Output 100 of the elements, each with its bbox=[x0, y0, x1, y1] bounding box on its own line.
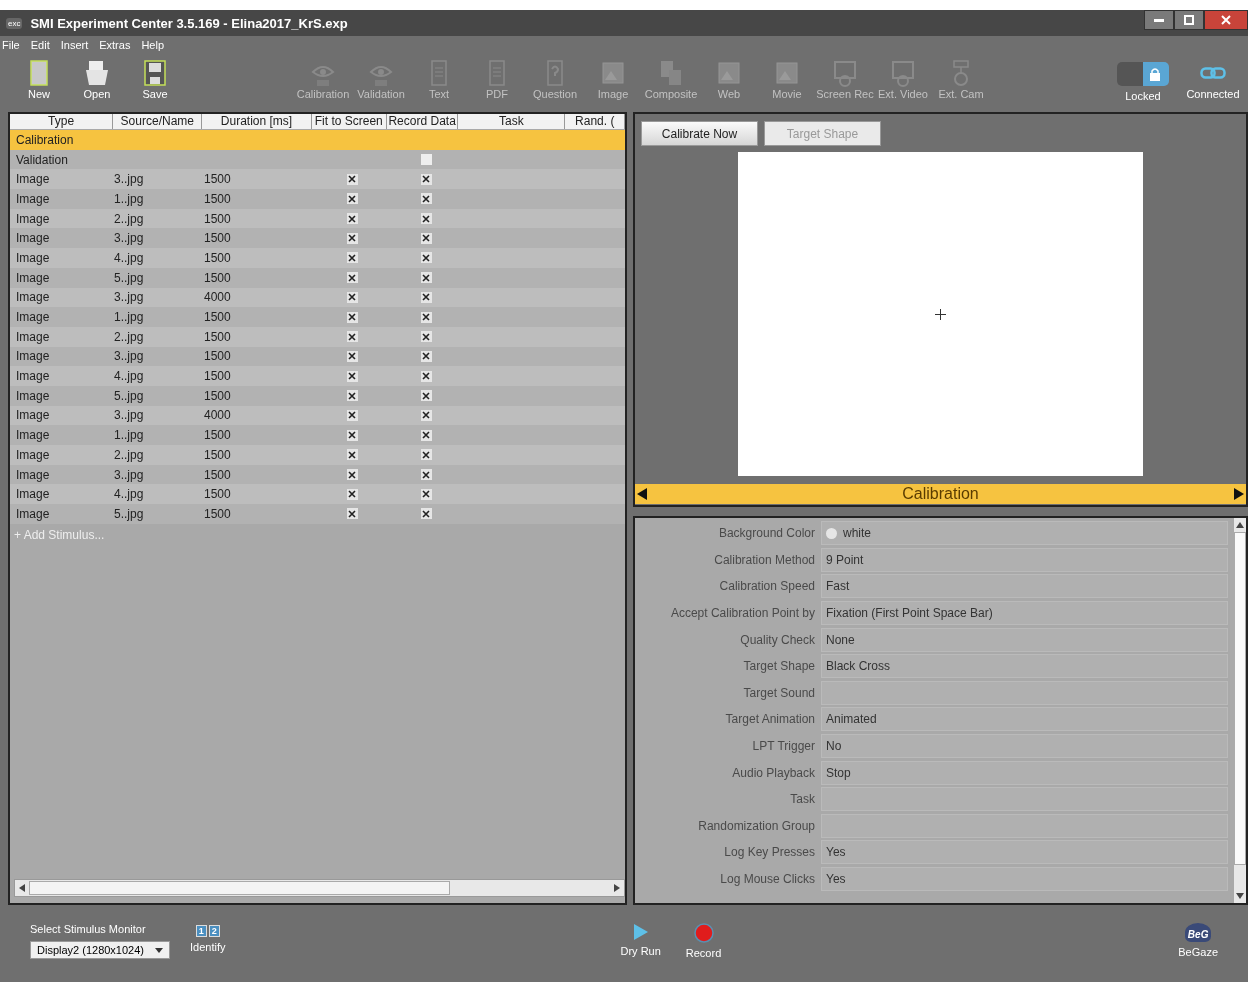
column-header[interactable]: Fit to Screen bbox=[311, 114, 387, 129]
panel-button[interactable]: Calibrate Now bbox=[641, 121, 758, 146]
monitor-dropdown[interactable]: Display2 (1280x1024) bbox=[30, 941, 170, 959]
checkbox[interactable] bbox=[420, 252, 432, 264]
table-row[interactable]: Image 5..jpg 1500 bbox=[10, 267, 625, 288]
next-arrow-icon[interactable] bbox=[1234, 488, 1244, 500]
previous-arrow-icon[interactable] bbox=[637, 488, 647, 500]
column-header[interactable]: Record Data bbox=[386, 114, 459, 129]
checkbox[interactable] bbox=[420, 449, 432, 461]
checkbox[interactable] bbox=[346, 370, 358, 382]
checkbox[interactable] bbox=[420, 232, 432, 244]
checkbox[interactable] bbox=[346, 350, 358, 362]
property-field[interactable]: Animated bbox=[821, 707, 1228, 732]
table-row[interactable]: Image 1..jpg 1500 bbox=[10, 425, 625, 445]
checkbox[interactable] bbox=[346, 449, 358, 461]
checkbox[interactable] bbox=[420, 508, 432, 520]
table-row[interactable]: Image 4..jpg 1500 bbox=[10, 248, 625, 268]
checkbox[interactable] bbox=[346, 232, 358, 244]
table-row[interactable]: Image 3..jpg 1500 bbox=[10, 169, 625, 190]
checkbox[interactable] bbox=[420, 331, 432, 343]
table-row[interactable]: Image 3..jpg 4000 bbox=[10, 287, 625, 308]
column-header[interactable]: Rand. ( bbox=[565, 114, 625, 129]
table-row[interactable]: Image 2..jpg 1500 bbox=[10, 326, 625, 347]
table-row[interactable]: Image 2..jpg 1500 bbox=[10, 208, 625, 229]
horizontal-scrollbar[interactable] bbox=[14, 879, 625, 897]
checkbox[interactable] bbox=[420, 429, 432, 441]
table-row[interactable]: Image 4..jpg 1500 bbox=[10, 484, 625, 505]
table-row[interactable]: Image 2..jpg 1500 bbox=[10, 445, 625, 465]
menu-item[interactable]: Help bbox=[141, 39, 165, 51]
checkbox[interactable] bbox=[346, 311, 358, 323]
checkbox[interactable] bbox=[346, 252, 358, 264]
menu-item[interactable]: Extras bbox=[99, 39, 131, 51]
restore-button[interactable] bbox=[1174, 10, 1204, 30]
checkbox[interactable] bbox=[346, 508, 358, 520]
checkbox[interactable] bbox=[420, 370, 432, 382]
checkbox[interactable] bbox=[420, 291, 432, 303]
checkbox[interactable] bbox=[420, 193, 432, 205]
table-row[interactable]: Image 4..jpg 1500 bbox=[10, 366, 625, 386]
checkbox[interactable] bbox=[420, 390, 432, 402]
table-row[interactable]: Image 1..jpg 1500 bbox=[10, 189, 625, 209]
checkbox[interactable] bbox=[346, 291, 358, 303]
toolbar-button[interactable]: Save bbox=[126, 54, 184, 100]
checkbox[interactable] bbox=[346, 213, 358, 225]
checkbox[interactable] bbox=[346, 272, 358, 284]
checkbox[interactable] bbox=[420, 154, 432, 166]
property-field[interactable]: Fixation (First Point Space Bar) bbox=[821, 601, 1228, 626]
scroll-up-icon[interactable] bbox=[1236, 522, 1244, 528]
lock-toggle[interactable]: Locked bbox=[1108, 54, 1178, 102]
checkbox[interactable] bbox=[420, 488, 432, 500]
table-row[interactable]: Image 1..jpg 1500 bbox=[10, 307, 625, 327]
property-field[interactable]: Black Cross bbox=[821, 654, 1228, 679]
checkbox[interactable] bbox=[346, 429, 358, 441]
scroll-down-icon[interactable] bbox=[1236, 893, 1244, 899]
table-row[interactable]: Image 5..jpg 1500 bbox=[10, 504, 625, 524]
checkbox[interactable] bbox=[420, 311, 432, 323]
checkbox[interactable] bbox=[420, 173, 432, 185]
property-field[interactable]: white bbox=[821, 521, 1228, 546]
vertical-scrollbar[interactable] bbox=[1234, 518, 1246, 903]
property-field[interactable]: None bbox=[821, 627, 1228, 652]
checkbox[interactable] bbox=[420, 213, 432, 225]
scroll-right-icon[interactable] bbox=[614, 884, 620, 892]
checkbox[interactable] bbox=[346, 488, 358, 500]
column-header[interactable]: Duration [ms] bbox=[202, 114, 312, 129]
table-row[interactable]: Calibration bbox=[10, 130, 625, 150]
record-button[interactable]: Record bbox=[685, 923, 722, 959]
column-header[interactable]: Source/Name bbox=[113, 114, 203, 129]
property-field[interactable]: Yes bbox=[821, 840, 1228, 865]
menu-item[interactable]: Insert bbox=[60, 39, 89, 51]
column-header[interactable]: Type bbox=[10, 114, 114, 129]
checkbox[interactable] bbox=[420, 350, 432, 362]
property-field[interactable]: 9 Point bbox=[821, 547, 1228, 572]
column-header[interactable]: Task bbox=[458, 114, 566, 129]
toolbar-button[interactable]: Open bbox=[68, 54, 126, 100]
dry-run-button[interactable]: Dry Run bbox=[620, 923, 661, 957]
property-field[interactable]: Stop bbox=[821, 760, 1228, 785]
close-button[interactable] bbox=[1204, 10, 1248, 30]
property-field[interactable]: Fast bbox=[821, 574, 1228, 599]
table-row[interactable]: Image 3..jpg 1500 bbox=[10, 346, 625, 367]
checkbox[interactable] bbox=[420, 272, 432, 284]
checkbox[interactable] bbox=[346, 173, 358, 185]
menu-item[interactable]: File bbox=[2, 39, 20, 51]
connection-button[interactable]: Connected bbox=[1178, 54, 1248, 100]
checkbox[interactable] bbox=[346, 390, 358, 402]
table-row[interactable]: Image 5..jpg 1500 bbox=[10, 385, 625, 406]
table-row[interactable]: Image 3..jpg 1500 bbox=[10, 228, 625, 249]
minimize-button[interactable] bbox=[1144, 10, 1174, 30]
table-row[interactable]: Image 3..jpg 4000 bbox=[10, 405, 625, 426]
table-row[interactable]: Image 3..jpg 1500 bbox=[10, 464, 625, 485]
property-field[interactable]: No bbox=[821, 734, 1228, 759]
checkbox[interactable] bbox=[346, 409, 358, 421]
table-row[interactable]: Validation bbox=[10, 149, 625, 170]
toolbar-button[interactable]: New bbox=[10, 54, 68, 100]
begaze-button[interactable]: BeG BeGaze bbox=[1178, 923, 1218, 958]
menu-item[interactable]: Edit bbox=[30, 39, 50, 51]
checkbox[interactable] bbox=[420, 409, 432, 421]
identify-button[interactable]: 1 2 Identify bbox=[190, 925, 226, 953]
checkbox[interactable] bbox=[346, 193, 358, 205]
scroll-left-icon[interactable] bbox=[19, 884, 25, 892]
property-field[interactable]: Yes bbox=[821, 867, 1228, 891]
checkbox[interactable] bbox=[420, 469, 432, 481]
